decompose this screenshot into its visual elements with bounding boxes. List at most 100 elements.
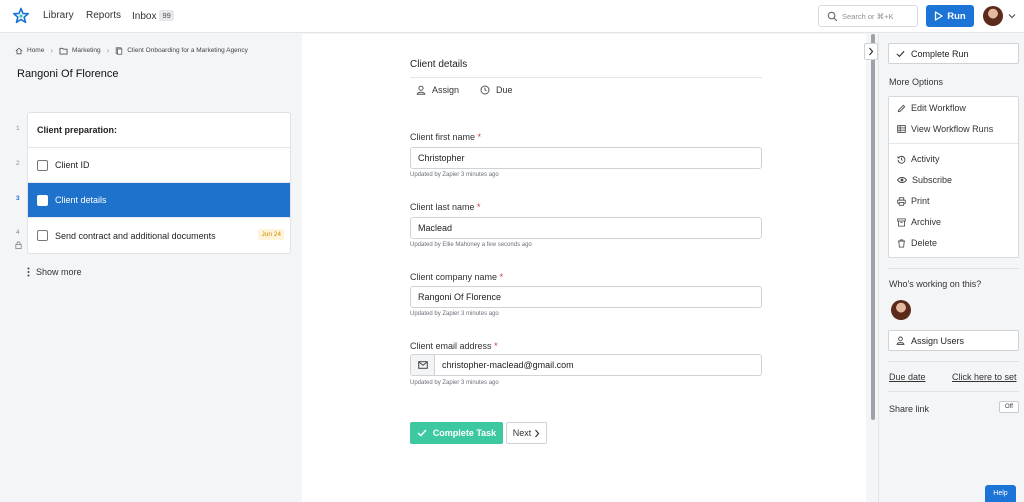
complete-task-button[interactable]: Complete Task [410, 422, 503, 444]
due-button[interactable]: Due [480, 85, 513, 95]
chevron-down-icon[interactable] [1008, 13, 1016, 19]
assign-label: Assign [432, 85, 460, 95]
company-name-label: Client company name * [410, 272, 503, 282]
chevron-right-icon: › [106, 46, 110, 55]
next-button[interactable]: Next [506, 422, 547, 444]
breadcrumb-workflow[interactable]: Client Onboarding for a Marketing Agency [127, 47, 248, 54]
delete-item[interactable]: Delete [897, 238, 937, 248]
task-sidebar: Home › Marketing › Client Onboarding for… [0, 34, 302, 502]
required-marker: * [499, 272, 504, 282]
clock-icon [480, 85, 490, 95]
help-button[interactable]: Help [985, 485, 1016, 502]
breadcrumb-folder[interactable]: Marketing [72, 47, 101, 54]
task-item[interactable]: Send contract and additional documents J… [28, 218, 290, 253]
folder-icon [59, 47, 68, 55]
menu-item-label: Edit Workflow [911, 103, 966, 113]
user-avatar[interactable] [983, 6, 1003, 26]
activity-item[interactable]: Activity [897, 154, 940, 164]
due-label: Due [496, 85, 513, 95]
next-label: Next [512, 428, 532, 438]
nav-inbox[interactable]: Inbox 99 [132, 10, 174, 22]
edit-workflow-item[interactable]: Edit Workflow [897, 103, 966, 113]
search-box[interactable] [818, 5, 918, 27]
complete-run-label: Complete Run [911, 48, 969, 59]
menu-divider [889, 143, 1018, 144]
collapse-sidebar-button[interactable] [864, 43, 878, 60]
chevron-right-icon [868, 47, 874, 56]
assign-users-label: Assign Users [911, 335, 965, 346]
search-input[interactable] [842, 10, 914, 23]
search-icon [827, 11, 838, 22]
trash-icon [897, 238, 906, 248]
complete-run-button[interactable]: Complete Run [888, 43, 1019, 64]
scrollbar-thumb[interactable] [871, 34, 875, 420]
task-number: 2 [16, 160, 20, 167]
required-marker: * [494, 341, 498, 351]
table-icon [897, 125, 906, 133]
last-name-label: Client last name * [410, 202, 481, 212]
more-vertical-icon [27, 267, 30, 277]
task-checkbox[interactable] [37, 159, 48, 171]
envelope-icon [417, 361, 428, 369]
subscribe-item[interactable]: Subscribe [897, 175, 952, 185]
share-link-label: Share link [889, 404, 930, 414]
last-name-field[interactable] [410, 217, 762, 239]
task-label: Client preparation: [37, 125, 118, 135]
first-name-field[interactable] [410, 147, 762, 169]
task-checkbox[interactable] [37, 194, 48, 206]
checkmark-icon [417, 429, 427, 437]
task-title: Client details [410, 59, 468, 70]
breadcrumb: Home › Marketing › Client Onboarding for… [15, 46, 248, 55]
section-divider [888, 361, 1019, 362]
task-label: Client details [55, 195, 107, 205]
print-item[interactable]: Print [897, 196, 930, 206]
first-name-label: Client first name * [410, 132, 481, 142]
show-more-button[interactable]: Show more [27, 267, 82, 277]
email-field[interactable] [410, 354, 762, 376]
task-list: Client preparation: Client ID Client det… [27, 112, 291, 254]
run-title: Rangoni Of Florence [17, 68, 119, 80]
menu-item-label: View Workflow Runs [911, 124, 994, 134]
set-due-date-link[interactable]: Click here to set [952, 372, 1017, 382]
home-icon [15, 47, 23, 55]
run-button[interactable]: Run [926, 5, 974, 27]
run-label: Run [947, 10, 966, 22]
required-marker: * [477, 132, 482, 142]
menu-item-label: Delete [911, 238, 938, 248]
due-date-label: Due date [889, 372, 926, 382]
field-updated-note: Updated by Zapier 3 minutes ago [410, 380, 499, 386]
section-divider [888, 268, 1019, 269]
task-checkbox[interactable] [37, 230, 48, 241]
nav-reports[interactable]: Reports [86, 10, 121, 21]
assign-button[interactable]: Assign [416, 85, 459, 95]
due-date-badge: Jun 24 [258, 229, 284, 240]
top-bar: Library Reports Inbox99 Run [0, 0, 1024, 33]
assign-users-button[interactable]: Assign Users [888, 330, 1019, 351]
divider [410, 77, 762, 78]
company-name-field[interactable] [410, 286, 762, 308]
task-item[interactable]: Client ID [28, 148, 290, 183]
show-more-label: Show more [36, 267, 82, 277]
user-icon [416, 85, 426, 95]
printer-icon [897, 196, 906, 206]
nav-inbox-label: Inbox [132, 11, 157, 22]
menu-item-label: Subscribe [912, 175, 953, 185]
nav-library[interactable]: Library [43, 10, 74, 21]
share-link-toggle[interactable]: Off [999, 401, 1019, 413]
task-detail-panel: Client details Assign Due Client first n… [302, 34, 866, 502]
breadcrumb-home[interactable]: Home [27, 47, 44, 54]
star-logo-icon[interactable] [12, 7, 30, 25]
menu-item-label: Activity [911, 154, 940, 164]
view-workflow-runs-item[interactable]: View Workflow Runs [897, 124, 993, 134]
due-date-text: Due date [889, 372, 926, 382]
field-updated-note: Updated by Zapier 3 minutes ago [410, 172, 499, 178]
archive-item[interactable]: Archive [897, 217, 941, 227]
task-item-active[interactable]: Client details [28, 183, 290, 218]
complete-task-label: Complete Task [432, 428, 497, 438]
archive-icon [897, 217, 906, 227]
assignee-avatar[interactable] [891, 300, 911, 320]
who-working-heading: Who's working on this? [889, 279, 982, 289]
workflow-icon [115, 46, 123, 55]
email-prefix [411, 355, 435, 375]
menu-item-label: Archive [911, 217, 942, 227]
